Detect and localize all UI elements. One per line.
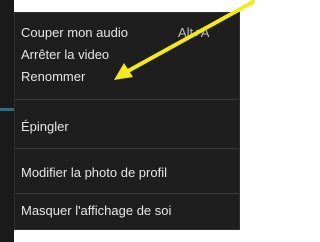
- menu-divider: [15, 99, 239, 100]
- menu-item-shortcut: Alt+A: [178, 25, 210, 40]
- menu-divider: [15, 148, 239, 149]
- video-panel-accent: [0, 108, 14, 111]
- menu-item-label: Couper mon audio: [21, 25, 128, 40]
- menu-item-label: Épingler: [21, 119, 69, 134]
- menu-item-stop-video[interactable]: Arrêter la video: [15, 44, 239, 66]
- menu-item-rename[interactable]: Renommer: [15, 66, 239, 88]
- screenshot: Couper mon audio Alt+A Arrêter la video …: [0, 0, 261, 242]
- menu-item-label: Masquer l'affichage de soi: [21, 203, 172, 218]
- video-panel-edge: [0, 0, 14, 242]
- menu-item-label: Modifier la photo de profil: [21, 165, 167, 180]
- menu-item-change-profile-photo[interactable]: Modifier la photo de profil: [15, 162, 239, 184]
- menu-item-label: Renommer: [21, 69, 86, 84]
- menu-item-mute-audio[interactable]: Couper mon audio Alt+A: [15, 22, 239, 44]
- menu-item-hide-self-view[interactable]: Masquer l'affichage de soi: [15, 200, 239, 222]
- menu-item-pin[interactable]: Épingler: [15, 116, 239, 138]
- participant-context-menu: Couper mon audio Alt+A Arrêter la video …: [14, 12, 240, 230]
- menu-item-label: Arrêter la video: [21, 47, 110, 62]
- menu-divider: [15, 193, 239, 194]
